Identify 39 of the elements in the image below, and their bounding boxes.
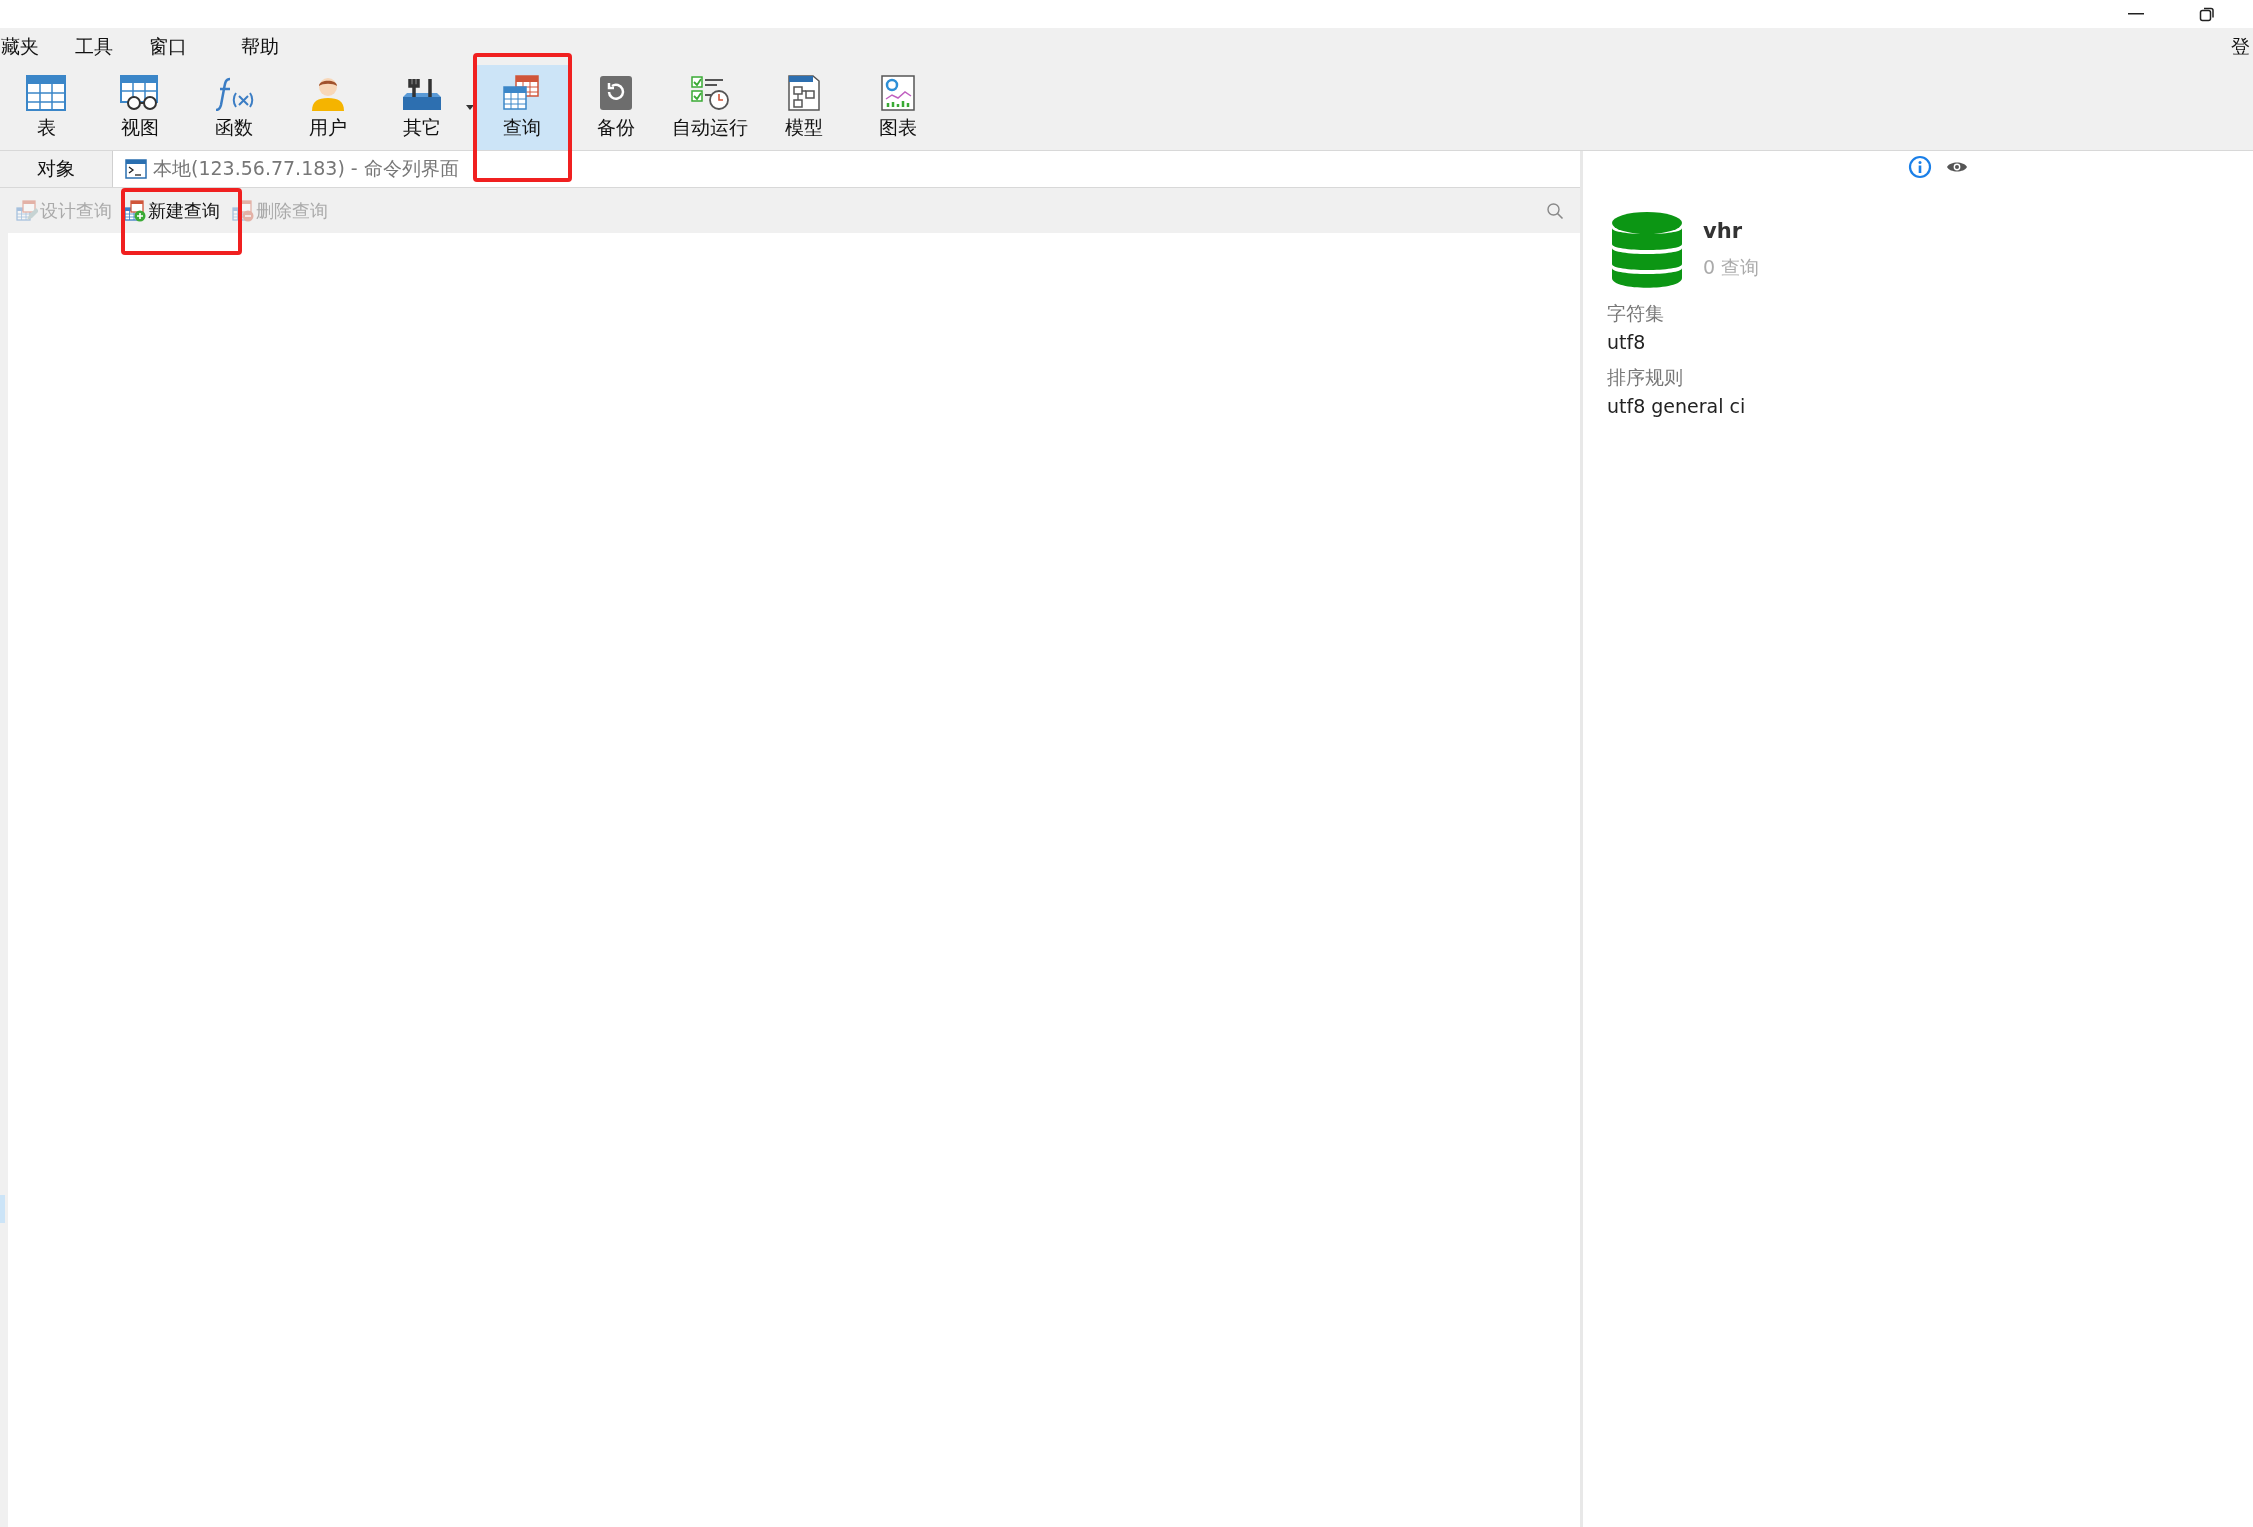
terminal-icon <box>125 159 147 179</box>
menu-item[interactable]: 工具 <box>57 33 131 60</box>
database-icon <box>1611 211 1683 289</box>
chart-icon <box>878 74 918 111</box>
toolbar-button[interactable]: 函数 <box>188 65 280 150</box>
toolbar-button[interactable]: 用户 <box>282 65 374 150</box>
minimize-icon[interactable] <box>2128 12 2144 16</box>
toolbar-button[interactable]: 模型 <box>758 65 850 150</box>
info-icon[interactable] <box>1908 155 1932 179</box>
selection-marker <box>0 1195 5 1223</box>
table-icon <box>26 74 66 111</box>
caret-icon[interactable] <box>466 105 474 110</box>
toolbar-button[interactable]: 备份 <box>570 65 662 150</box>
menu-item[interactable]: 帮助 <box>223 33 297 60</box>
restore-icon[interactable] <box>2199 6 2215 22</box>
checklist-clock-icon <box>690 74 730 111</box>
property-value: utf8 <box>1607 331 1647 353</box>
table-icon <box>232 199 254 222</box>
query-icon <box>502 74 542 111</box>
property-label: 排序规则 <box>1607 365 1684 390</box>
login-link[interactable]: 登 <box>2231 33 2250 60</box>
toolbar-button[interactable]: 自动运行 <box>664 65 756 150</box>
toolbar-button[interactable]: 其它 <box>376 74 468 141</box>
toolbar-button[interactable]: 图表 <box>852 65 944 150</box>
tab[interactable]: 本地(123.56.77.183) - 命令列界面 <box>112 151 1580 187</box>
property-label: 字符集 <box>1607 301 1665 326</box>
view-icon <box>120 74 160 111</box>
query-count: 0 查询 <box>1703 255 1760 280</box>
menu-item[interactable]: 窗口 <box>131 33 223 60</box>
database-name: vhr <box>1703 219 1743 243</box>
table-icon <box>16 199 38 222</box>
toolbar-button[interactable]: 视图 <box>94 65 186 150</box>
toolbar-button[interactable]: 查询 <box>476 65 568 150</box>
table-icon <box>124 199 146 222</box>
action-button[interactable]: 新建查询 <box>120 198 224 223</box>
toolbar-button[interactable]: 表 <box>0 65 92 150</box>
menu-item[interactable]: 藏夹 <box>1 33 57 60</box>
search-icon[interactable] <box>1546 201 1564 220</box>
property-value: utf8 general ci <box>1607 395 1747 417</box>
